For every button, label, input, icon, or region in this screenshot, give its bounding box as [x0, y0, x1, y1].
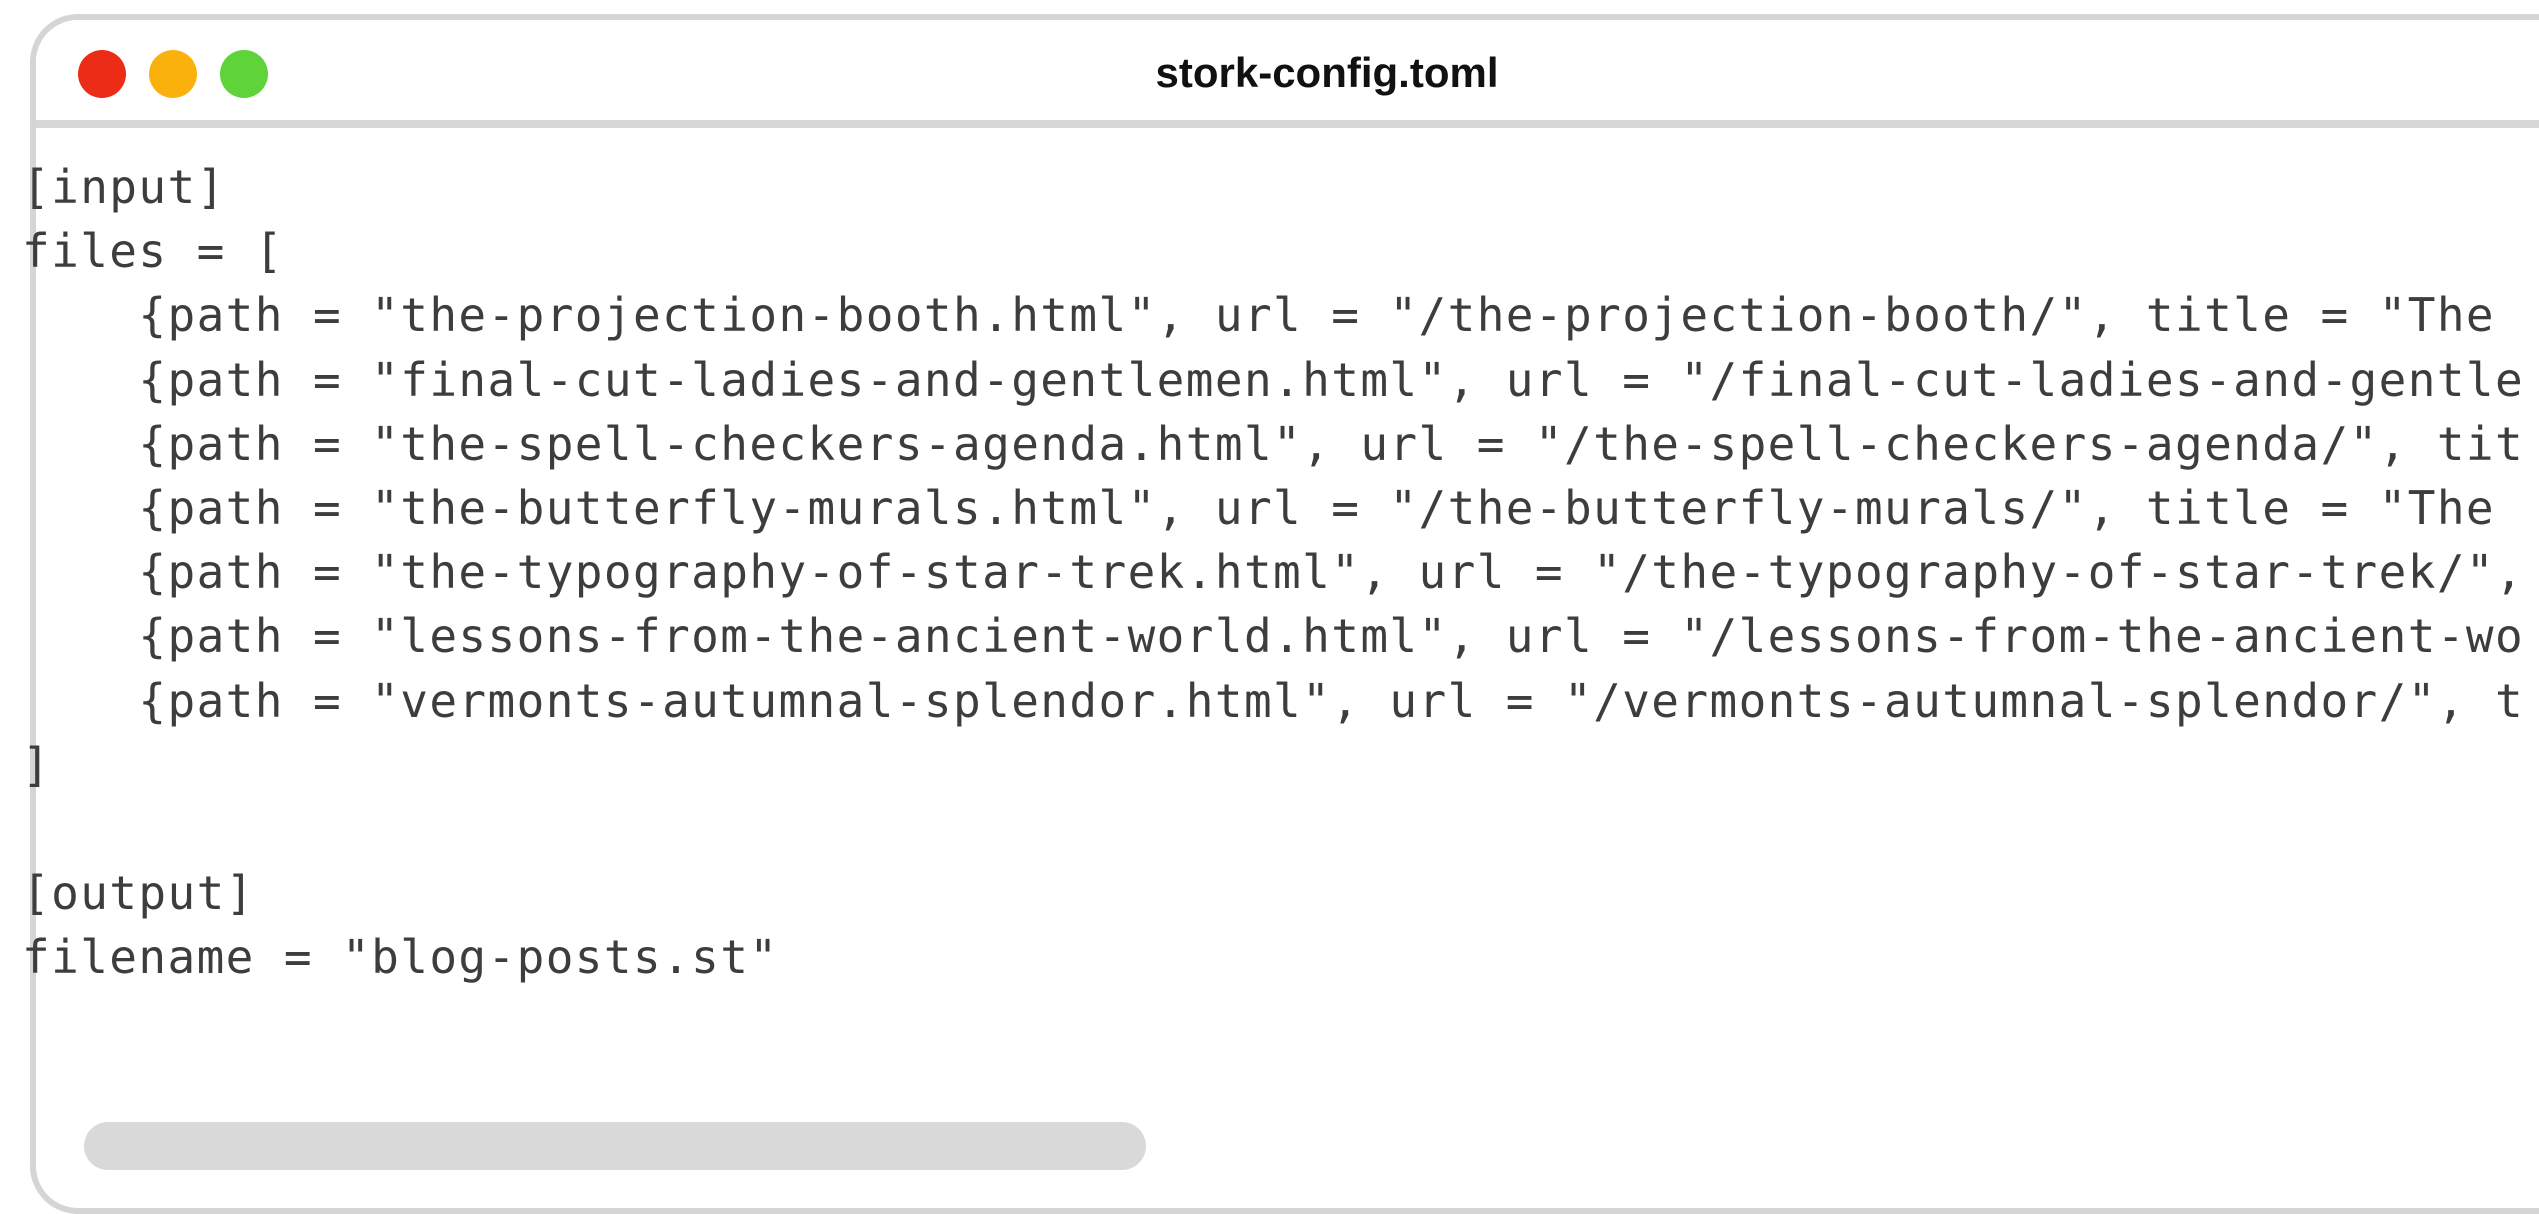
close-window-button[interactable] — [78, 50, 126, 98]
horizontal-scrollbar-thumb[interactable] — [84, 1122, 1146, 1170]
title-bar[interactable]: stork-config.toml — [36, 20, 2539, 128]
code-editor[interactable]: [input] files = [ {path = "the-projection… — [22, 155, 2524, 989]
code-line[interactable]: [input] — [22, 155, 2524, 219]
code-line[interactable]: filename = "blog-posts.st" — [22, 925, 2524, 989]
code-line[interactable]: {path = "vermonts-autumnal-splendor.html… — [22, 669, 2524, 733]
code-line[interactable]: {path = "the-butterfly-murals.html", url… — [22, 476, 2524, 540]
code-line[interactable]: {path = "the-spell-checkers-agenda.html"… — [22, 412, 2524, 476]
zoom-window-button[interactable] — [220, 50, 268, 98]
code-line[interactable] — [22, 797, 2524, 861]
code-line[interactable]: [output] — [22, 861, 2524, 925]
code-line[interactable]: files = [ — [22, 219, 2524, 283]
code-line[interactable]: {path = "final-cut-ladies-and-gentlemen.… — [22, 348, 2524, 412]
code-line[interactable]: {path = "the-projection-booth.html", url… — [22, 283, 2524, 347]
minimize-window-button[interactable] — [149, 50, 197, 98]
code-line[interactable]: ] — [22, 733, 2524, 797]
code-line[interactable]: {path = "the-typography-of-star-trek.htm… — [22, 540, 2524, 604]
window-title: stork-config.toml — [1155, 49, 1499, 96]
code-line[interactable]: {path = "lessons-from-the-ancient-world.… — [22, 604, 2524, 668]
